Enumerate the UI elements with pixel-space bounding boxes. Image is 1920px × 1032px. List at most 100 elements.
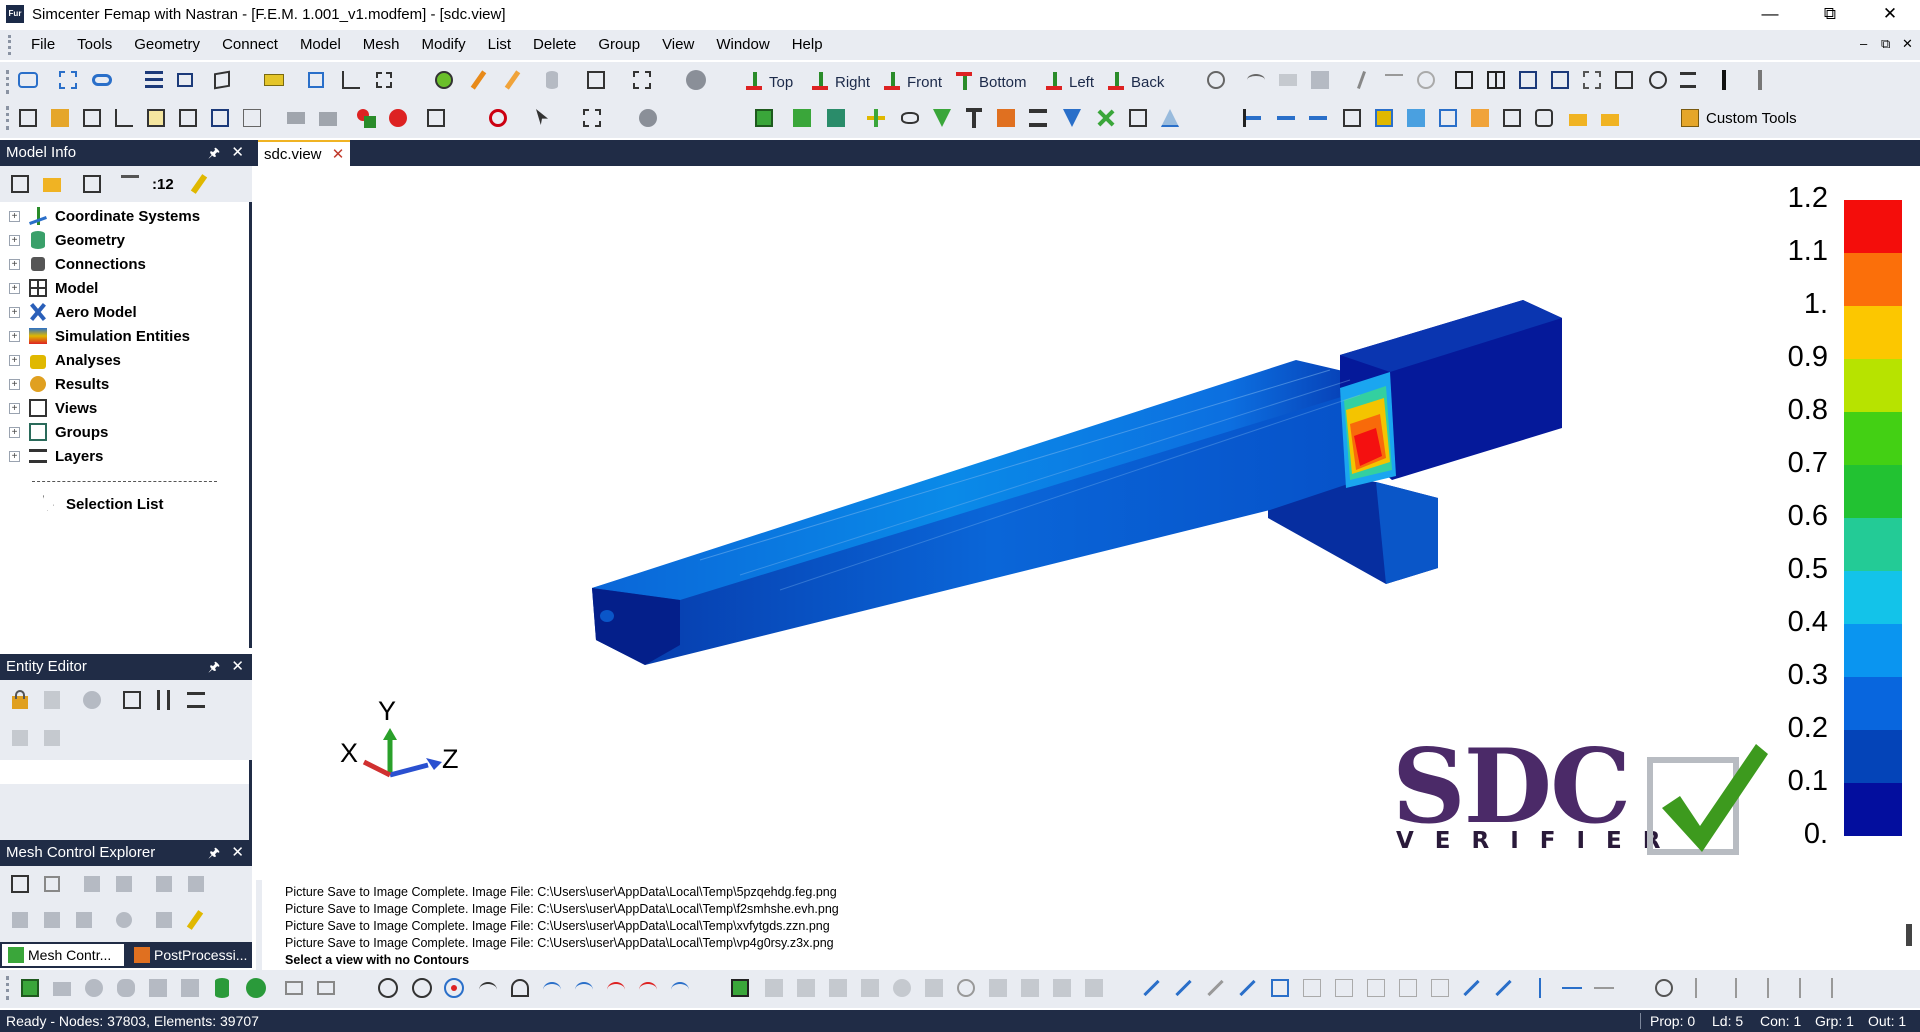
arc3-icon[interactable] <box>540 976 564 1000</box>
checklist-icon[interactable] <box>424 106 448 130</box>
arc5-icon[interactable] <box>604 976 628 1000</box>
block-icon[interactable] <box>994 106 1018 130</box>
shell6-icon[interactable] <box>890 976 914 1000</box>
mesh-ctl-b-icon[interactable] <box>40 908 64 932</box>
highlight-icon[interactable] <box>500 68 524 92</box>
shapes-icon[interactable] <box>354 106 378 130</box>
pin5-icon[interactable] <box>1820 976 1844 1000</box>
tree-item-analyses[interactable]: + Analyses <box>0 348 121 372</box>
check-list-icon[interactable] <box>80 172 104 196</box>
mesh-grid-icon[interactable] <box>1580 68 1604 92</box>
expand-toggle[interactable]: + <box>9 378 20 390</box>
toolbar-grip[interactable] <box>6 70 10 94</box>
mdi-minimize-button[interactable]: – <box>1860 36 1867 51</box>
loft-icon[interactable] <box>146 976 170 1000</box>
fit-icon[interactable] <box>1452 68 1476 92</box>
toolbar-grip-2[interactable] <box>6 106 10 130</box>
list-view-icon[interactable] <box>208 106 232 130</box>
sheet-icon[interactable] <box>240 106 264 130</box>
export-icon[interactable] <box>1566 106 1590 130</box>
up-icon[interactable] <box>8 726 32 750</box>
contour-icon[interactable] <box>1372 106 1396 130</box>
tab-mesh-control[interactable]: Mesh Contr... <box>2 944 124 966</box>
menu-view[interactable]: View <box>651 30 705 60</box>
pin2-icon[interactable] <box>1724 976 1748 1000</box>
shell3-icon[interactable] <box>794 976 818 1000</box>
pointer-icon[interactable] <box>530 106 554 130</box>
expand-toggle[interactable]: + <box>9 330 20 342</box>
circle-point-icon[interactable] <box>410 976 434 1000</box>
status-out[interactable]: Out: 1 <box>1868 1010 1906 1032</box>
mesh-move-icon[interactable] <box>152 872 176 896</box>
report-icon[interactable] <box>144 106 168 130</box>
stop-icon[interactable] <box>486 106 510 130</box>
sort-icon[interactable] <box>152 688 176 712</box>
pin-icon[interactable]: 🖈 <box>208 654 220 680</box>
menu-file[interactable]: File <box>20 30 66 60</box>
surface-icon[interactable] <box>1276 68 1300 92</box>
close-icon[interactable]: ✕ <box>231 140 244 166</box>
tree-item-views[interactable]: + Views <box>0 396 97 420</box>
expand-toggle[interactable]: + <box>9 282 20 294</box>
menu-delete[interactable]: Delete <box>522 30 587 60</box>
shell7-icon[interactable] <box>922 976 946 1000</box>
messages-scrollbar[interactable] <box>1906 924 1912 946</box>
node-add-icon[interactable] <box>864 106 888 130</box>
animate-icon[interactable] <box>1532 106 1556 130</box>
close-icon[interactable]: ✕ <box>231 840 244 866</box>
mesh-size-icon[interactable] <box>8 872 32 896</box>
plane-icon[interactable] <box>50 976 74 1000</box>
status-con[interactable]: Con: 1 <box>1760 1010 1801 1032</box>
beam2-icon[interactable] <box>1274 106 1298 130</box>
curve3-icon[interactable] <box>1382 68 1406 92</box>
sphere-green-icon[interactable] <box>244 976 268 1000</box>
cube-icon[interactable] <box>1612 68 1636 92</box>
pin-icon[interactable]: 🖈 <box>208 140 220 166</box>
grid-icon[interactable] <box>1484 68 1508 92</box>
menu-tools[interactable]: Tools <box>66 30 123 60</box>
revolve-icon[interactable] <box>82 976 106 1000</box>
hatch-icon[interactable] <box>1300 976 1324 1000</box>
select-box-icon[interactable] <box>56 68 80 92</box>
contour3-icon[interactable] <box>1436 106 1460 130</box>
globe-icon[interactable] <box>1646 68 1670 92</box>
dashed-select-icon[interactable] <box>372 68 396 92</box>
shell5-icon[interactable] <box>858 976 882 1000</box>
tree-item-layers[interactable]: + Layers <box>0 444 103 468</box>
expand-toggle[interactable]: + <box>9 210 20 222</box>
view-front-button[interactable]: Front <box>882 68 942 96</box>
brush-icon[interactable] <box>188 172 212 196</box>
count-icon[interactable] <box>118 172 142 196</box>
pyramid-icon[interactable] <box>1158 106 1182 130</box>
hatch2-icon[interactable] <box>1332 976 1356 1000</box>
mesh-node-icon[interactable] <box>304 68 328 92</box>
shell-icon[interactable] <box>728 976 752 1000</box>
mesh-ctl-c-icon[interactable] <box>72 908 96 932</box>
deform-icon[interactable] <box>1500 106 1524 130</box>
film-icon[interactable] <box>314 976 338 1000</box>
shell4-icon[interactable] <box>826 976 850 1000</box>
expand-toggle[interactable]: + <box>9 306 20 318</box>
mesh-green-icon[interactable] <box>752 106 776 130</box>
mesh-ctl-d-icon[interactable] <box>112 908 136 932</box>
menubar-grip[interactable] <box>8 35 20 55</box>
tree-item-simulation-entities[interactable]: + Simulation Entities <box>0 324 190 348</box>
tree-item-connections[interactable]: + Connections <box>0 252 146 276</box>
expand-toggle[interactable]: + <box>9 426 20 438</box>
chart-icon[interactable] <box>112 106 136 130</box>
restore-button[interactable]: ⧉ <box>1804 0 1856 28</box>
hatch6-icon[interactable] <box>1460 976 1484 1000</box>
split-icon[interactable] <box>1516 68 1540 92</box>
hatch4-icon[interactable] <box>1396 976 1420 1000</box>
shell2-icon[interactable] <box>762 976 786 1000</box>
properties-icon[interactable] <box>184 688 208 712</box>
box-view-icon[interactable] <box>210 68 234 92</box>
pattern-icon[interactable] <box>178 976 202 1000</box>
settings-circle-icon[interactable] <box>636 106 660 130</box>
globe-grey-icon[interactable] <box>80 688 104 712</box>
hatch5-icon[interactable] <box>1428 976 1452 1000</box>
line-icon[interactable] <box>1140 976 1164 1000</box>
beam3-icon[interactable] <box>1306 106 1330 130</box>
triangle-mesh-icon[interactable] <box>930 106 954 130</box>
windows-icon[interactable] <box>174 68 198 92</box>
